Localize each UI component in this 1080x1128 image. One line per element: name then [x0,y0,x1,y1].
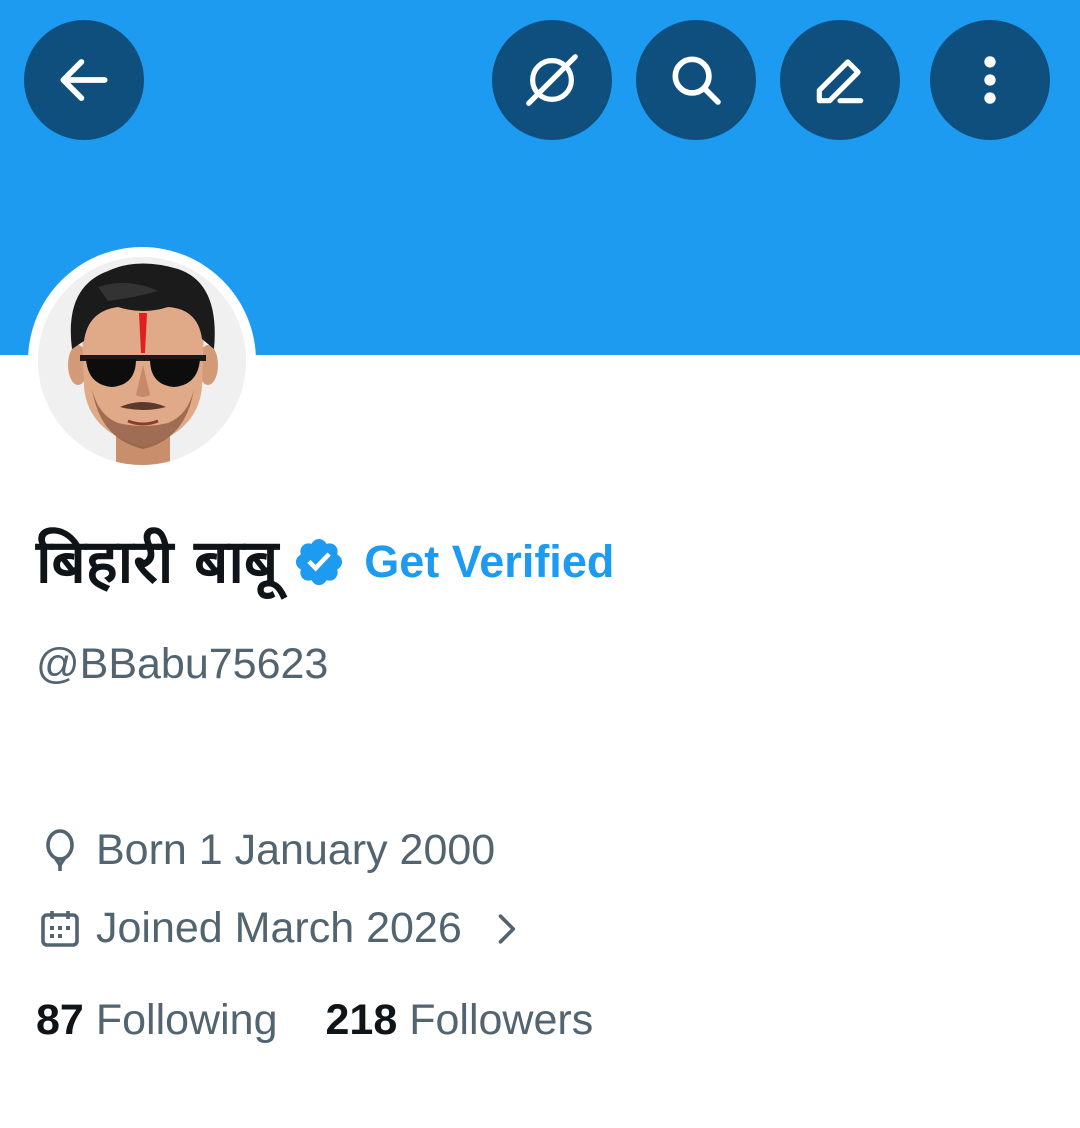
grok-button[interactable] [492,20,612,140]
birthday-text: Born 1 January 2000 [96,826,496,874]
edit-button[interactable] [780,20,900,140]
name-row: बिहारी बाबू Get Verified [36,522,614,602]
followers-label: Followers [409,996,594,1044]
chevron-right-icon [498,913,515,944]
followers-link[interactable]: 218 Followers [325,996,593,1045]
avatar[interactable] [28,247,256,475]
get-verified-link[interactable]: Get Verified [364,536,614,588]
back-arrow-icon [60,59,108,101]
search-icon [672,56,721,105]
following-link[interactable]: 87 Following [36,996,277,1045]
calendar-icon [41,910,79,947]
joined-row[interactable]: Joined March 2026 [36,904,528,953]
search-button[interactable] [636,20,756,140]
balloon-icon [46,828,74,871]
more-options-button[interactable] [930,20,1050,140]
following-count: 87 [36,996,84,1044]
joined-text: Joined March 2026 [96,904,462,952]
display-name: बिहारी बाबू [36,527,279,597]
avatar-image [38,257,246,465]
more-vertical-icon [984,56,996,104]
grok-icon [526,54,578,106]
edit-icon [816,59,864,104]
birthday-row: Born 1 January 2000 [36,826,495,875]
user-handle: @BBabu75623 [36,640,329,688]
back-button[interactable] [24,20,144,140]
verified-badge-icon[interactable] [292,535,346,589]
followers-count: 218 [325,996,398,1044]
follow-stats: 87 Following 218 Followers [36,996,641,1045]
following-label: Following [95,996,278,1044]
